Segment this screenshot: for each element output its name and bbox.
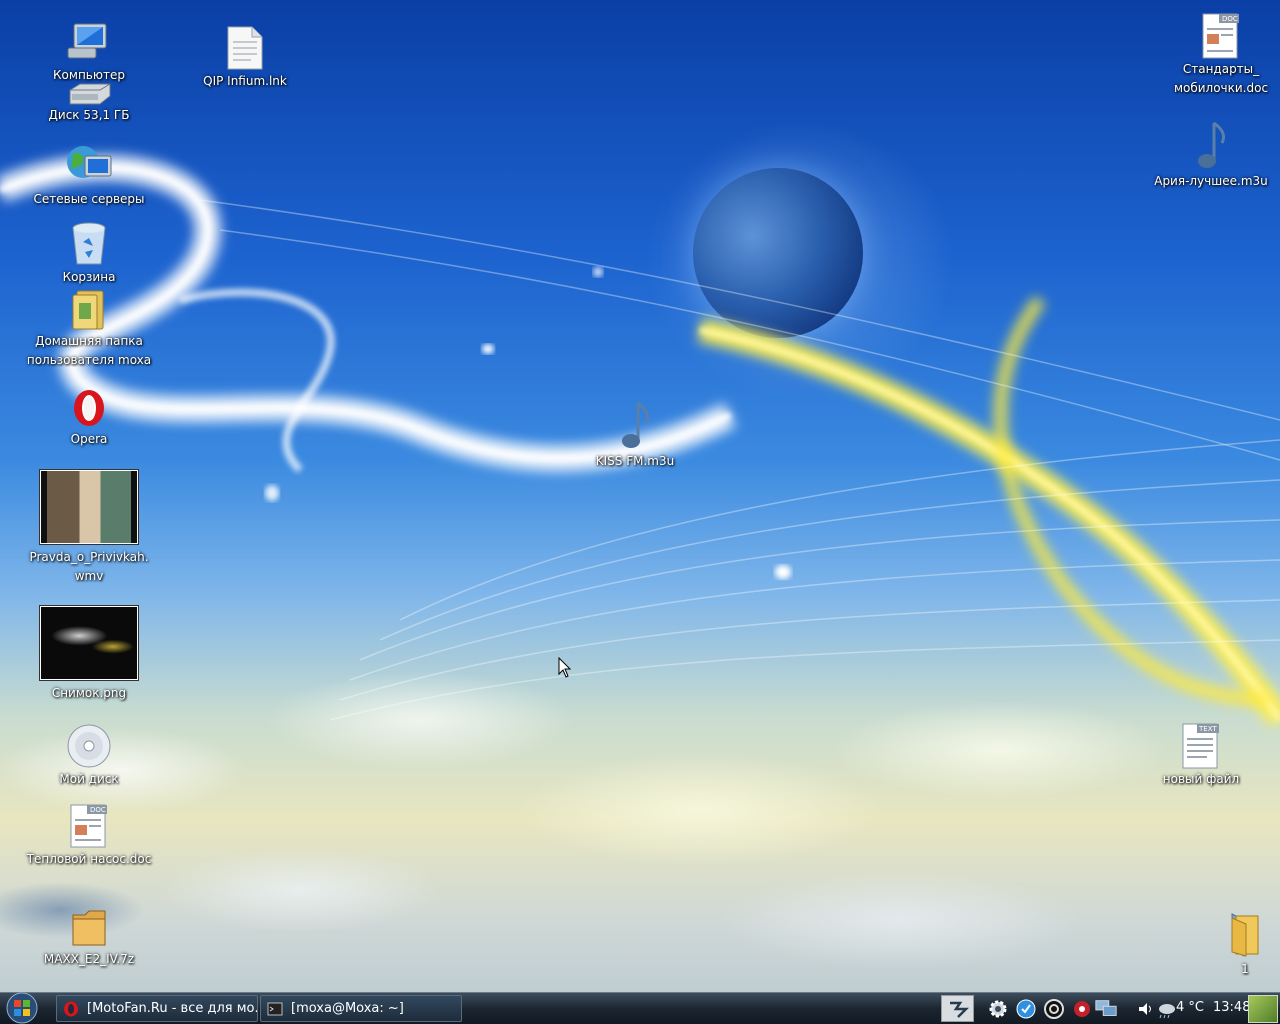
doc-icon: DOC [1197, 12, 1245, 60]
network-icon [1095, 1000, 1117, 1016]
desktop-icon-screenshot-file[interactable]: Снимок.png [14, 605, 164, 703]
speaker-red-icon [1074, 1001, 1090, 1017]
workspace-arrow-icon [949, 1001, 969, 1018]
text-file-icon: TEXT [1177, 722, 1225, 770]
icon-label: Диск 53,1 ГБ [48, 108, 130, 122]
terminal-icon [267, 1002, 283, 1015]
weather-temperature: 4 °C [1176, 1000, 1204, 1015]
icon-label: Тепловой насос.doc [26, 852, 152, 866]
update-icon [1044, 999, 1064, 1019]
desktop-icon-disk[interactable]: Диск 53,1 ГБ [14, 82, 164, 125]
icon-label: Стандарты_ мобилочки.doc [1173, 62, 1269, 95]
desktop-icon-kiss-fm[interactable]: KISS FM.m3u [560, 400, 710, 471]
desktop-icon-opera[interactable]: Opera [14, 386, 164, 449]
icon-label: QIP Infium.lnk [203, 74, 287, 88]
svg-text:DOC: DOC [1222, 15, 1238, 23]
icon-label: Pravda_o_Privivkah. wmv [29, 550, 149, 583]
opera-icon [65, 386, 113, 430]
network-servers-icon [65, 142, 113, 190]
trash-icon [65, 220, 113, 268]
taskbar-window-terminal[interactable]: [moxa@Moxa: ~] [260, 995, 462, 1022]
doc-icon: DOC [65, 802, 113, 850]
desktop-icon-home-folder[interactable]: Домашняя папка пользователя moxa [14, 288, 164, 370]
mouse-cursor-icon [558, 657, 572, 678]
opera-icon [64, 1001, 78, 1016]
icon-label: Мой диск [59, 772, 119, 786]
desktop-icon-archive[interactable]: MAXX_E2_IV.7z [14, 904, 164, 969]
computer-icon [65, 18, 113, 66]
video-thumbnail [39, 469, 139, 545]
desktop-icon-network-servers[interactable]: Сетевые серверы [14, 142, 164, 209]
icon-label: Ария-лучшее.m3u [1154, 174, 1268, 188]
weather-cloud-icon [1159, 1004, 1175, 1019]
desktop-icon-qip[interactable]: QIP Infium.lnk [170, 24, 320, 91]
start-orb-icon [6, 992, 38, 1024]
desktop-icon-video-file[interactable]: Pravda_o_Privivkah. wmv [14, 469, 164, 586]
tray-messenger[interactable] [1014, 997, 1038, 1021]
show-desktop-button[interactable] [1248, 995, 1278, 1023]
desktop-icon-trash[interactable]: Корзина [14, 220, 164, 287]
file-icon [221, 24, 269, 72]
desktop-icon-folder-1[interactable]: 1 [1170, 910, 1280, 979]
volume-icon [1139, 1003, 1151, 1015]
icon-label: Домашняя папка пользователя moxa [26, 334, 152, 367]
desktop-icon-standards-doc[interactable]: DOC Стандарты_ мобилочки.doc [1146, 12, 1280, 98]
home-folder-icon [65, 288, 113, 332]
music-note-icon [611, 400, 659, 452]
music-note-icon [1187, 120, 1235, 172]
desktop-icon-my-disk[interactable]: Мой диск [14, 722, 164, 789]
desktop-icon-computer[interactable]: Компьютер [14, 18, 164, 85]
tray-settings[interactable] [986, 997, 1010, 1021]
icon-label: KISS FM.m3u [595, 454, 675, 468]
wallpaper-swirls [0, 154, 1280, 727]
tray-weather[interactable] [1154, 997, 1178, 1021]
desktop-icon-aria-playlist[interactable]: Ария-лучшее.m3u [1136, 120, 1280, 191]
cd-icon [65, 722, 113, 770]
icon-label: новый файл [1162, 772, 1240, 786]
icon-label: Сетевые серверы [33, 192, 145, 206]
qip-tray-icon [1016, 999, 1036, 1019]
desktop-icon-heat-pump-doc[interactable]: DOC Тепловой насос.doc [14, 802, 164, 869]
start-button[interactable] [2, 991, 42, 1024]
tray-updater[interactable] [1042, 997, 1066, 1021]
desktop-icon-new-file[interactable]: TEXT новый файл [1126, 722, 1276, 789]
clock[interactable]: 13:48 [1213, 1000, 1250, 1015]
taskbar-window-motofan[interactable]: [MotoFan.Ru - все для мо... [56, 995, 258, 1022]
desktop: Компьютер Диск 53,1 ГБ Сетевые серверы К… [0, 0, 1280, 1024]
archive-icon [65, 904, 113, 950]
gear-icon [989, 1000, 1007, 1018]
icon-label: Корзина [62, 270, 116, 284]
workspace-switcher[interactable] [941, 995, 974, 1022]
taskbar-window-title: [moxa@Moxa: ~] [291, 1001, 404, 1016]
icon-label: Opera [70, 432, 108, 446]
svg-text:DOC: DOC [90, 806, 106, 814]
taskbar: [MotoFan.Ru - все для мо... [moxa@Moxa: … [0, 992, 1280, 1024]
taskbar-window-title: [MotoFan.Ru - все для мо... [87, 1001, 258, 1016]
icon-label: 1 [1241, 962, 1249, 976]
svg-text:TEXT: TEXT [1198, 725, 1217, 733]
hard-disk-icon [65, 82, 113, 106]
icon-label: Снимок.png [51, 686, 127, 700]
image-thumbnail [39, 605, 139, 681]
tray-audio-app[interactable] [1070, 997, 1094, 1021]
tray-network[interactable] [1094, 997, 1118, 1021]
folder-icon [1221, 910, 1269, 960]
icon-label: MAXX_E2_IV.7z [43, 952, 135, 966]
